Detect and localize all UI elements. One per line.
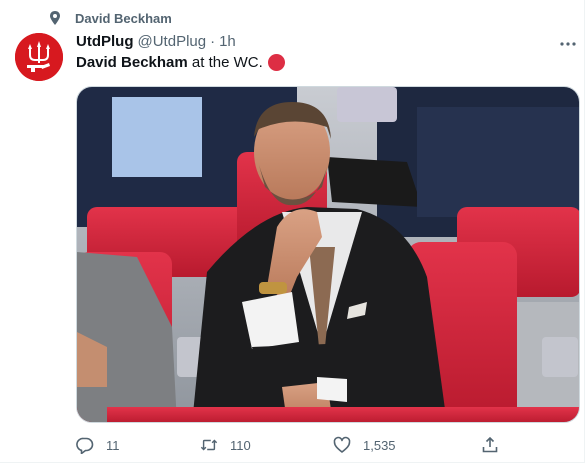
- tweet-text-rest: at the WC.: [187, 54, 263, 71]
- tweet-text: David Beckham at the WC.: [76, 54, 285, 71]
- tweet-actions: 11 110 1,535: [76, 436, 506, 456]
- social-context[interactable]: David Beckham: [47, 10, 172, 26]
- trident-logo-icon: [15, 33, 63, 81]
- like-count: 1,535: [363, 437, 396, 453]
- separator-dot: ·: [210, 33, 216, 50]
- like-button[interactable]: 1,535: [333, 436, 396, 454]
- pin-icon: [50, 11, 60, 25]
- tweet-header: UtdPlug @UtdPlug · 1h: [76, 33, 236, 50]
- author-name[interactable]: UtdPlug: [76, 33, 134, 50]
- mention-text: David Beckham: [76, 54, 188, 71]
- share-button[interactable]: [481, 436, 511, 454]
- retweet-count: 110: [230, 437, 251, 453]
- photo-image: [77, 87, 579, 422]
- share-icon: [482, 436, 498, 453]
- tweet-time[interactable]: 1h: [219, 33, 236, 50]
- retweet-button[interactable]: 110: [200, 436, 251, 454]
- reply-button[interactable]: 11: [76, 436, 120, 454]
- more-options-button[interactable]: [556, 36, 580, 52]
- tweet-photo[interactable]: [76, 86, 580, 423]
- more-dots-icon: [560, 42, 576, 46]
- tweet[interactable]: David Beckham UtdPlug @UtdPlug · 1h Davi…: [0, 0, 585, 463]
- author-handle[interactable]: @UtdPlug: [138, 33, 207, 50]
- reply-icon: [76, 437, 94, 454]
- retweet-icon: [200, 439, 218, 451]
- social-context-label: David Beckham: [75, 10, 172, 26]
- red-circle-emoji: [267, 54, 285, 71]
- reply-count: 11: [106, 437, 120, 453]
- avatar[interactable]: [15, 33, 63, 81]
- heart-icon: [333, 436, 351, 453]
